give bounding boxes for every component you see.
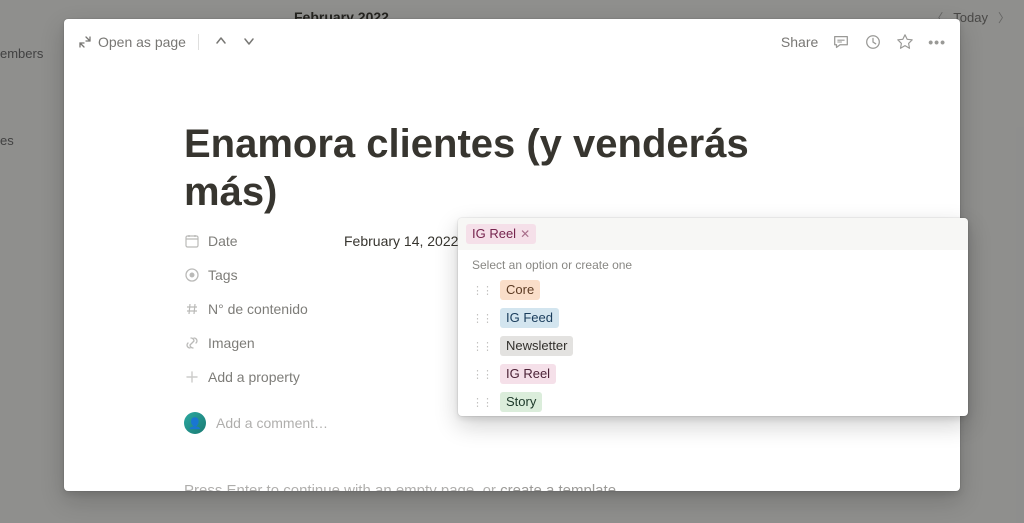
date-label: Date: [208, 233, 238, 249]
prev-page-icon[interactable]: [211, 30, 231, 54]
numero-label: N° de contenido: [208, 301, 308, 317]
tag-option-chip: Story: [500, 392, 542, 412]
link-icon: [184, 335, 200, 351]
comment-placeholder[interactable]: Add a comment…: [216, 415, 328, 431]
tag-hint: Select an option or create one: [458, 250, 968, 276]
selected-tag-chip[interactable]: IG Reel ✕: [466, 224, 536, 244]
tag-option[interactable]: ⋮⋮ IG Feed: [458, 304, 968, 332]
favorite-icon[interactable]: [896, 33, 914, 51]
tag-option[interactable]: ⋮⋮ Newsletter: [458, 332, 968, 360]
tag-option[interactable]: ⋮⋮ IG Reel: [458, 360, 968, 388]
create-template-link[interactable]: create a template: [500, 482, 616, 491]
divider: [198, 34, 199, 50]
imagen-label: Imagen: [208, 335, 255, 351]
drag-handle-icon[interactable]: ⋮⋮: [472, 312, 492, 325]
drag-handle-icon[interactable]: ⋮⋮: [472, 396, 492, 409]
tag-icon: [184, 267, 200, 283]
tag-input-row[interactable]: IG Reel ✕: [458, 218, 968, 250]
empty-page-hint: Press Enter to continue with an empty pa…: [184, 482, 840, 491]
tag-option[interactable]: ⋮⋮ Story: [458, 388, 968, 416]
tags-label: Tags: [208, 267, 238, 283]
open-as-page-button[interactable]: Open as page: [78, 34, 186, 50]
drag-handle-icon[interactable]: ⋮⋮: [472, 368, 492, 381]
remove-tag-icon[interactable]: ✕: [520, 225, 530, 243]
tag-option-chip: IG Feed: [500, 308, 559, 328]
plus-icon: [184, 369, 200, 385]
updates-icon[interactable]: [864, 33, 882, 51]
share-button[interactable]: Share: [781, 34, 818, 50]
tag-select-popover: IG Reel ✕ Select an option or create one…: [458, 218, 968, 416]
page-title[interactable]: Enamora clientes (y venderás más): [184, 120, 840, 216]
date-value[interactable]: February 14, 2022: [344, 233, 458, 249]
add-property-label: Add a property: [208, 369, 300, 385]
next-page-icon[interactable]: [239, 30, 259, 54]
expand-icon: [78, 35, 92, 49]
tag-option[interactable]: ⋮⋮ Core: [458, 276, 968, 304]
tag-option-chip: Core: [500, 280, 540, 300]
hash-icon: [184, 301, 200, 317]
tag-option-chip: Newsletter: [500, 336, 573, 356]
drag-handle-icon[interactable]: ⋮⋮: [472, 284, 492, 297]
more-icon[interactable]: •••: [928, 34, 946, 50]
calendar-icon: [184, 233, 200, 249]
avatar: 👤: [184, 412, 206, 434]
tag-option-chip: IG Reel: [500, 364, 556, 384]
comments-icon[interactable]: [832, 33, 850, 51]
drag-handle-icon[interactable]: ⋮⋮: [472, 340, 492, 353]
